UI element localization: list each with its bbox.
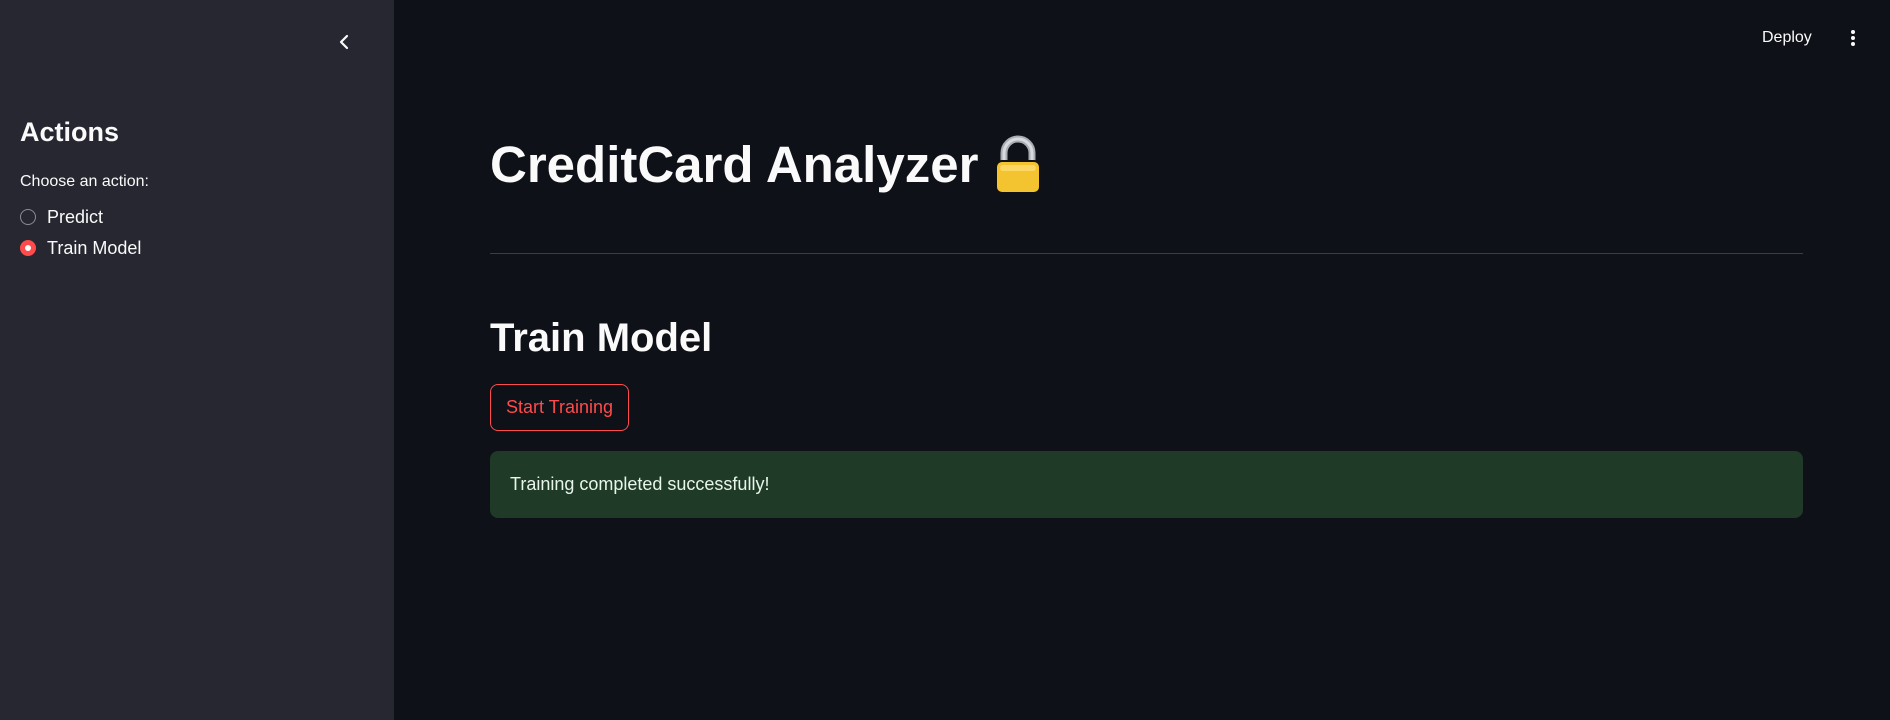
radio-label-predict: Predict	[47, 206, 104, 227]
sidebar: Actions Choose an action: Predict Train …	[0, 0, 394, 720]
page-title: CreditCard Analyzer	[490, 132, 1044, 198]
radio-label-train-model: Train Model	[47, 237, 142, 258]
page-title-text: CreditCard Analyzer	[490, 136, 979, 193]
divider	[490, 253, 1803, 254]
lock-icon	[995, 135, 1042, 194]
deploy-button[interactable]: Deploy	[1762, 26, 1812, 50]
success-message: Training completed successfully!	[510, 474, 770, 494]
success-alert: Training completed successfully!	[490, 451, 1803, 518]
main-menu-button[interactable]	[1842, 24, 1864, 52]
radio-caption: Choose an action:	[20, 173, 149, 190]
radio-option-predict[interactable]: Predict	[20, 205, 103, 229]
more-vertical-icon	[1851, 30, 1855, 46]
app-root: Actions Choose an action: Predict Train …	[0, 0, 1890, 720]
radio-button-checked[interactable]	[20, 240, 36, 256]
radio-option-train-model[interactable]: Train Model	[20, 236, 141, 260]
section-title: Train Model	[490, 316, 713, 360]
collapse-sidebar-button[interactable]	[330, 28, 358, 56]
start-training-button[interactable]: Start Training	[490, 384, 629, 431]
sidebar-title: Actions	[20, 117, 120, 147]
chevron-left-icon	[339, 34, 349, 50]
radio-button-unchecked[interactable]	[20, 209, 36, 225]
